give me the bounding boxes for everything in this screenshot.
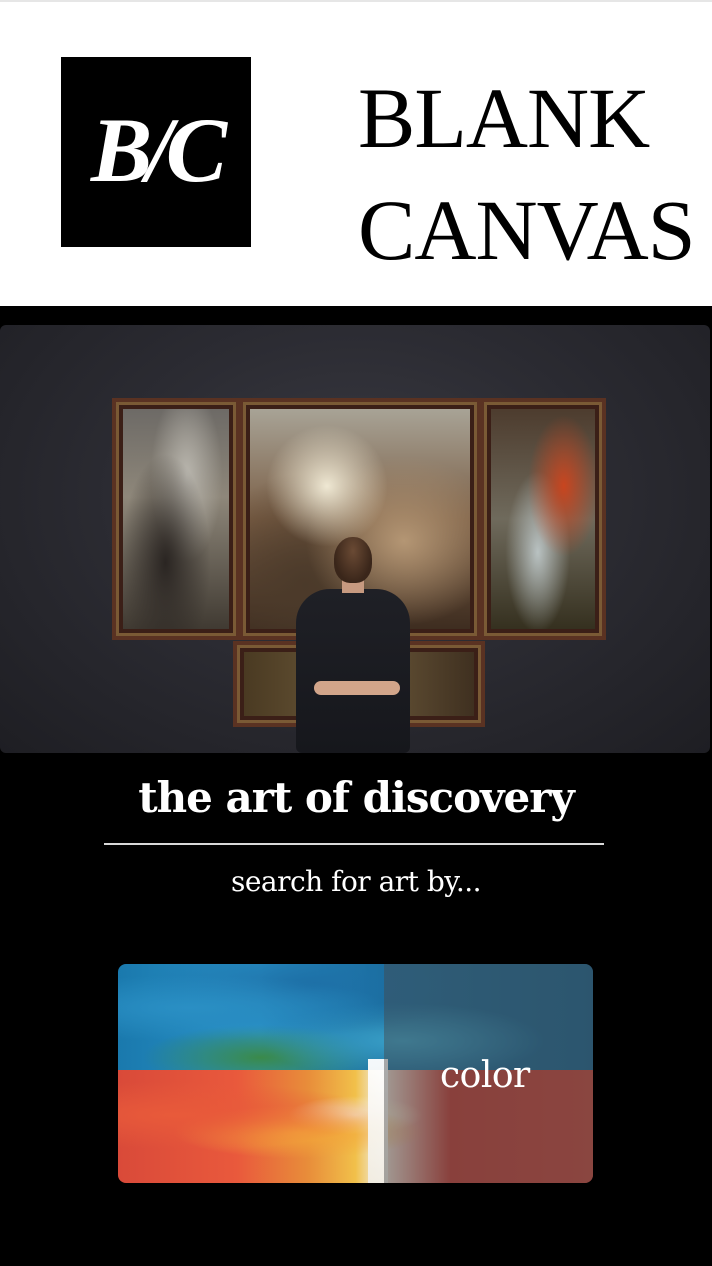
search-by-color-card[interactable]: color	[118, 964, 593, 1183]
site-header: B/C BLANK CANVAS	[0, 0, 712, 306]
painting-panel-right	[480, 398, 606, 640]
gallery-visitor-figure	[290, 537, 415, 753]
painting-panel-left	[112, 398, 240, 640]
logo[interactable]: B/C	[61, 57, 251, 247]
brand-name-line-1: BLANK	[358, 70, 650, 166]
logo-mark: B/C	[90, 99, 227, 201]
tagline: the art of discovery	[138, 773, 575, 822]
divider	[104, 843, 604, 845]
page: B/C BLANK CANVAS the art of discovery se…	[0, 0, 712, 1266]
search-by-color-label: color	[440, 1055, 530, 1096]
brand-name[interactable]: BLANK CANVAS	[358, 62, 698, 286]
brand-name-line-2: CANVAS	[358, 182, 696, 278]
search-prompt: search for art by...	[230, 865, 482, 898]
hero-image	[0, 325, 710, 753]
